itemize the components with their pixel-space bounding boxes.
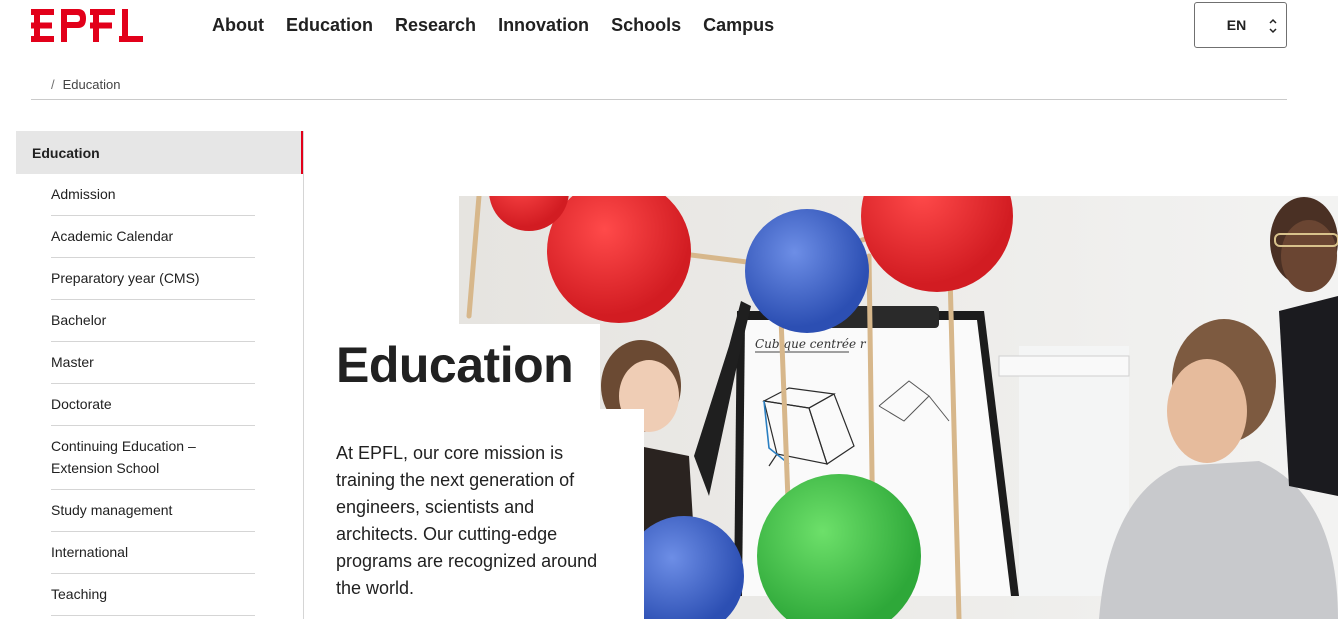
sidebar-item-continuing-education[interactable]: Continuing Education – Extension School xyxy=(51,426,255,490)
select-arrows-icon xyxy=(1269,18,1277,34)
sidebar-nav: Education Admission Academic Calendar Pr… xyxy=(16,131,304,619)
nav-innovation[interactable]: Innovation xyxy=(498,14,589,36)
sidebar-item-preparatory-year[interactable]: Preparatory year (CMS) xyxy=(51,258,255,300)
sidebar-item-teaching[interactable]: Teaching xyxy=(51,574,255,616)
language-select[interactable]: EN xyxy=(1194,2,1287,48)
nav-schools[interactable]: Schools xyxy=(611,14,681,36)
hero-lead-text: At EPFL, our core mission is training th… xyxy=(336,443,598,598)
nav-about[interactable]: About xyxy=(212,14,264,36)
language-value: EN xyxy=(1226,17,1247,33)
breadcrumb: / Education xyxy=(51,77,120,92)
sidebar-item-study-management[interactable]: Study management xyxy=(51,490,255,532)
page-title: Education xyxy=(336,337,574,393)
nav-education[interactable]: Education xyxy=(286,14,373,36)
nav-campus[interactable]: Campus xyxy=(703,14,774,36)
sidebar-item-admission[interactable]: Admission xyxy=(51,174,255,216)
sidebar-title[interactable]: Education xyxy=(16,131,303,174)
sidebar-list: Admission Academic Calendar Preparatory … xyxy=(16,174,303,616)
header-divider xyxy=(31,99,1287,100)
sidebar-item-academic-calendar[interactable]: Academic Calendar xyxy=(51,216,255,258)
breadcrumb-current[interactable]: Education xyxy=(63,77,121,92)
sidebar-item-bachelor[interactable]: Bachelor xyxy=(51,300,255,342)
breadcrumb-separator: / xyxy=(51,77,55,92)
main-nav: About Education Research Innovation Scho… xyxy=(212,14,774,36)
sidebar-item-international[interactable]: International xyxy=(51,532,255,574)
epfl-logo[interactable] xyxy=(31,9,143,42)
whiteboard-text: Cubique centrée r xyxy=(755,337,867,351)
sidebar-item-doctorate[interactable]: Doctorate xyxy=(51,384,255,426)
nav-research[interactable]: Research xyxy=(395,14,476,36)
sidebar-item-master[interactable]: Master xyxy=(51,342,255,384)
